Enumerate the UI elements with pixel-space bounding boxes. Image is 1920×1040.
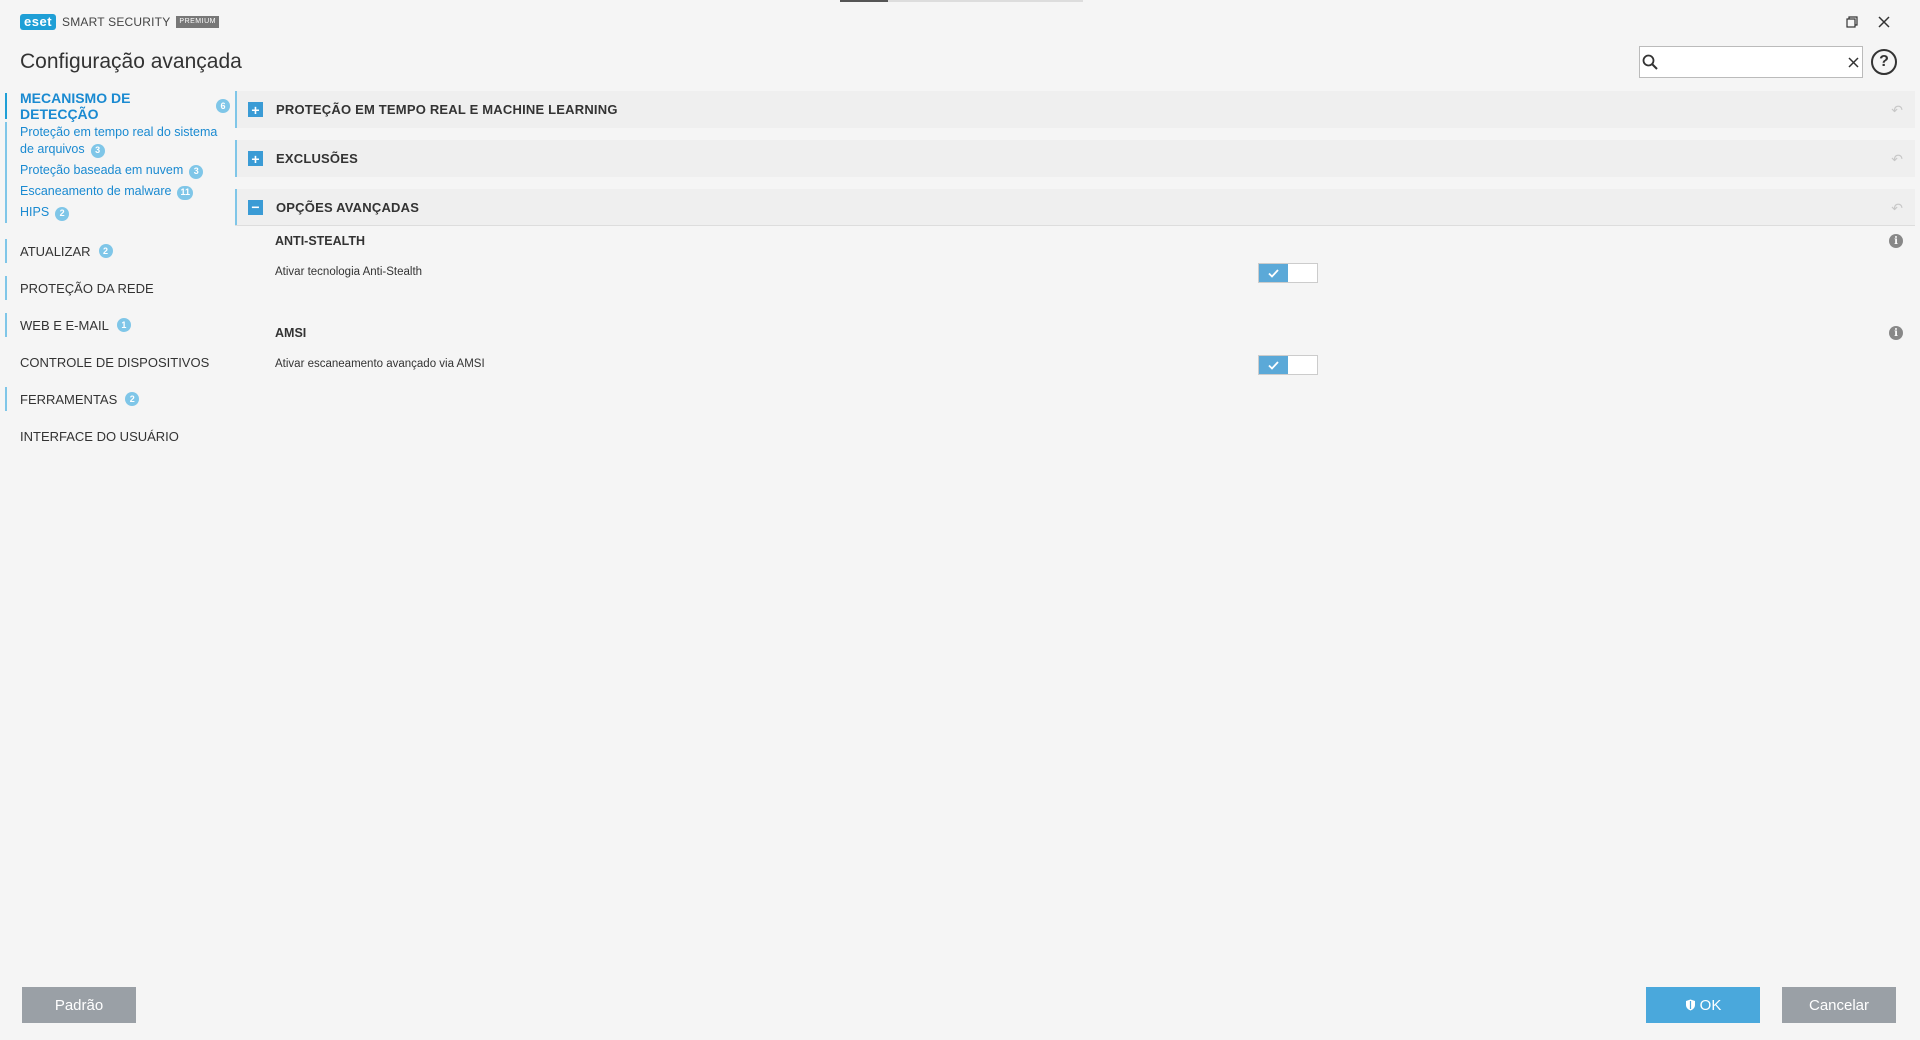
count-badge: 11 <box>177 185 193 200</box>
section-exclusions[interactable]: + EXCLUSÕES ↶ <box>235 140 1915 177</box>
subsection-anti-stealth: ANTI-STEALTH i Ativar tecnologia Anti-St… <box>235 226 1915 288</box>
ok-button[interactable]: OK <box>1646 987 1760 1023</box>
section-realtime-ml[interactable]: + PROTEÇÃO EM TEMPO REAL E MACHINE LEARN… <box>235 91 1915 128</box>
expand-icon[interactable]: + <box>248 151 263 166</box>
option-row: Ativar tecnologia Anti-Stealth <box>275 256 1915 288</box>
sidebar-item-user-interface[interactable]: INTERFACE DO USUÁRIO <box>0 422 230 450</box>
expand-icon[interactable]: + <box>248 102 263 117</box>
sidebar-subitem-label: HIPS <box>20 205 50 219</box>
subsection-title: ANTI-STEALTH <box>275 234 366 248</box>
sidebar-subitem-cloud-protection[interactable]: Proteção baseada em nuvem 3 <box>20 160 220 181</box>
product-name: SMART SECURITY <box>62 15 171 29</box>
option-row: Ativar escaneamento avançado via AMSI <box>275 348 1915 380</box>
restore-icon <box>1846 16 1858 28</box>
app-logo: eset SMART SECURITY PREMIUM <box>20 14 219 30</box>
sidebar-item-detection-engine[interactable]: MECANISMO DE DETECÇÃO 6 <box>0 90 230 122</box>
section-title: PROTEÇÃO EM TEMPO REAL E MACHINE LEARNIN… <box>276 102 618 117</box>
anti-stealth-toggle[interactable] <box>1258 263 1318 283</box>
info-icon[interactable]: i <box>1889 234 1903 248</box>
sidebar: MECANISMO DE DETECÇÃO 6 Proteção em temp… <box>0 90 230 450</box>
sidebar-item-web-email[interactable]: WEB E E-MAIL 1 <box>0 311 230 339</box>
cancel-button[interactable]: Cancelar <box>1782 987 1896 1023</box>
section-title: OPÇÕES AVANÇADAS <box>276 199 420 215</box>
sidebar-item-tools[interactable]: FERRAMENTAS 2 <box>0 385 230 413</box>
search-box[interactable] <box>1639 46 1863 78</box>
sidebar-subitem-realtime-protection[interactable]: Proteção em tempo real do sistema de arq… <box>20 122 220 160</box>
sidebar-item-network-protection[interactable]: PROTEÇÃO DA REDE <box>0 274 230 302</box>
revert-icon[interactable]: ↶ <box>1891 200 1903 217</box>
sidebar-item-label: FERRAMENTAS <box>20 391 118 407</box>
settings-content: + PROTEÇÃO EM TEMPO REAL E MACHINE LEARN… <box>235 91 1915 380</box>
info-icon[interactable]: i <box>1889 326 1903 340</box>
count-badge: 2 <box>55 206 70 221</box>
top-drag-handle[interactable] <box>840 0 1083 2</box>
close-window-button[interactable] <box>1872 10 1896 34</box>
count-badge: 3 <box>90 143 105 158</box>
clear-search-icon[interactable] <box>1845 56 1862 68</box>
sidebar-subitem-malware-scans[interactable]: Escaneamento de malware 11 <box>20 181 220 202</box>
page-title: Configuração avançada <box>20 50 242 73</box>
count-badge: 6 <box>216 99 230 113</box>
amsi-toggle[interactable] <box>1258 355 1318 375</box>
help-icon[interactable]: ? <box>1871 49 1897 75</box>
shield-icon <box>1685 999 1695 1011</box>
sidebar-item-update[interactable]: ATUALIZAR 2 <box>0 237 230 265</box>
edition-badge: PREMIUM <box>176 16 219 28</box>
check-icon <box>1268 360 1279 370</box>
sidebar-subitem-label: Escaneamento de malware <box>20 184 172 198</box>
default-button[interactable]: Padrão <box>22 987 136 1023</box>
search-icon <box>1640 54 1660 70</box>
section-advanced-options[interactable]: − OPÇÕES AVANÇADAS ↶ <box>235 189 1915 226</box>
sidebar-item-label: WEB E E-MAIL <box>20 317 109 333</box>
option-label: Ativar tecnologia Anti-Stealth <box>275 266 423 278</box>
ok-button-label: OK <box>1699 996 1722 1014</box>
section-title: EXCLUSÕES <box>276 151 358 166</box>
title-bar: eset SMART SECURITY PREMIUM <box>0 0 1920 44</box>
sidebar-item-label: ATUALIZAR <box>20 243 91 259</box>
sidebar-item-device-control[interactable]: CONTROLE DE DISPOSITIVOS <box>0 348 230 376</box>
sidebar-item-label: PROTEÇÃO DA REDE <box>20 280 154 296</box>
restore-window-button[interactable] <box>1840 10 1864 34</box>
sidebar-subnav: Proteção em tempo real do sistema de arq… <box>0 122 230 223</box>
collapse-icon[interactable]: − <box>248 199 263 215</box>
sidebar-subitem-label: Proteção em tempo real do sistema de arq… <box>20 125 218 156</box>
sidebar-item-label: MECANISMO DE DETECÇÃO <box>20 90 131 122</box>
sidebar-item-label: CONTROLE DE DISPOSITIVOS <box>20 354 210 370</box>
brand-logo: eset <box>20 14 57 30</box>
count-badge: 1 <box>116 318 131 332</box>
sidebar-subitem-hips[interactable]: HIPS 2 <box>20 202 220 223</box>
sidebar-item-label: INTERFACE DO USUÁRIO <box>20 428 179 444</box>
count-badge: 2 <box>98 244 113 258</box>
revert-icon[interactable]: ↶ <box>1891 102 1903 119</box>
subsection-amsi: AMSI i Ativar escaneamento avançado via … <box>235 318 1915 380</box>
search-input[interactable] <box>1659 48 1845 76</box>
subsection-title: AMSI <box>275 326 307 340</box>
sidebar-subitem-label: Proteção baseada em nuvem <box>20 163 184 177</box>
count-badge: 3 <box>189 164 204 179</box>
count-badge: 2 <box>125 392 140 406</box>
revert-icon[interactable]: ↶ <box>1891 151 1903 168</box>
close-icon <box>1878 16 1890 28</box>
check-icon <box>1268 268 1279 278</box>
option-label: Ativar escaneamento avançado via AMSI <box>275 358 485 370</box>
